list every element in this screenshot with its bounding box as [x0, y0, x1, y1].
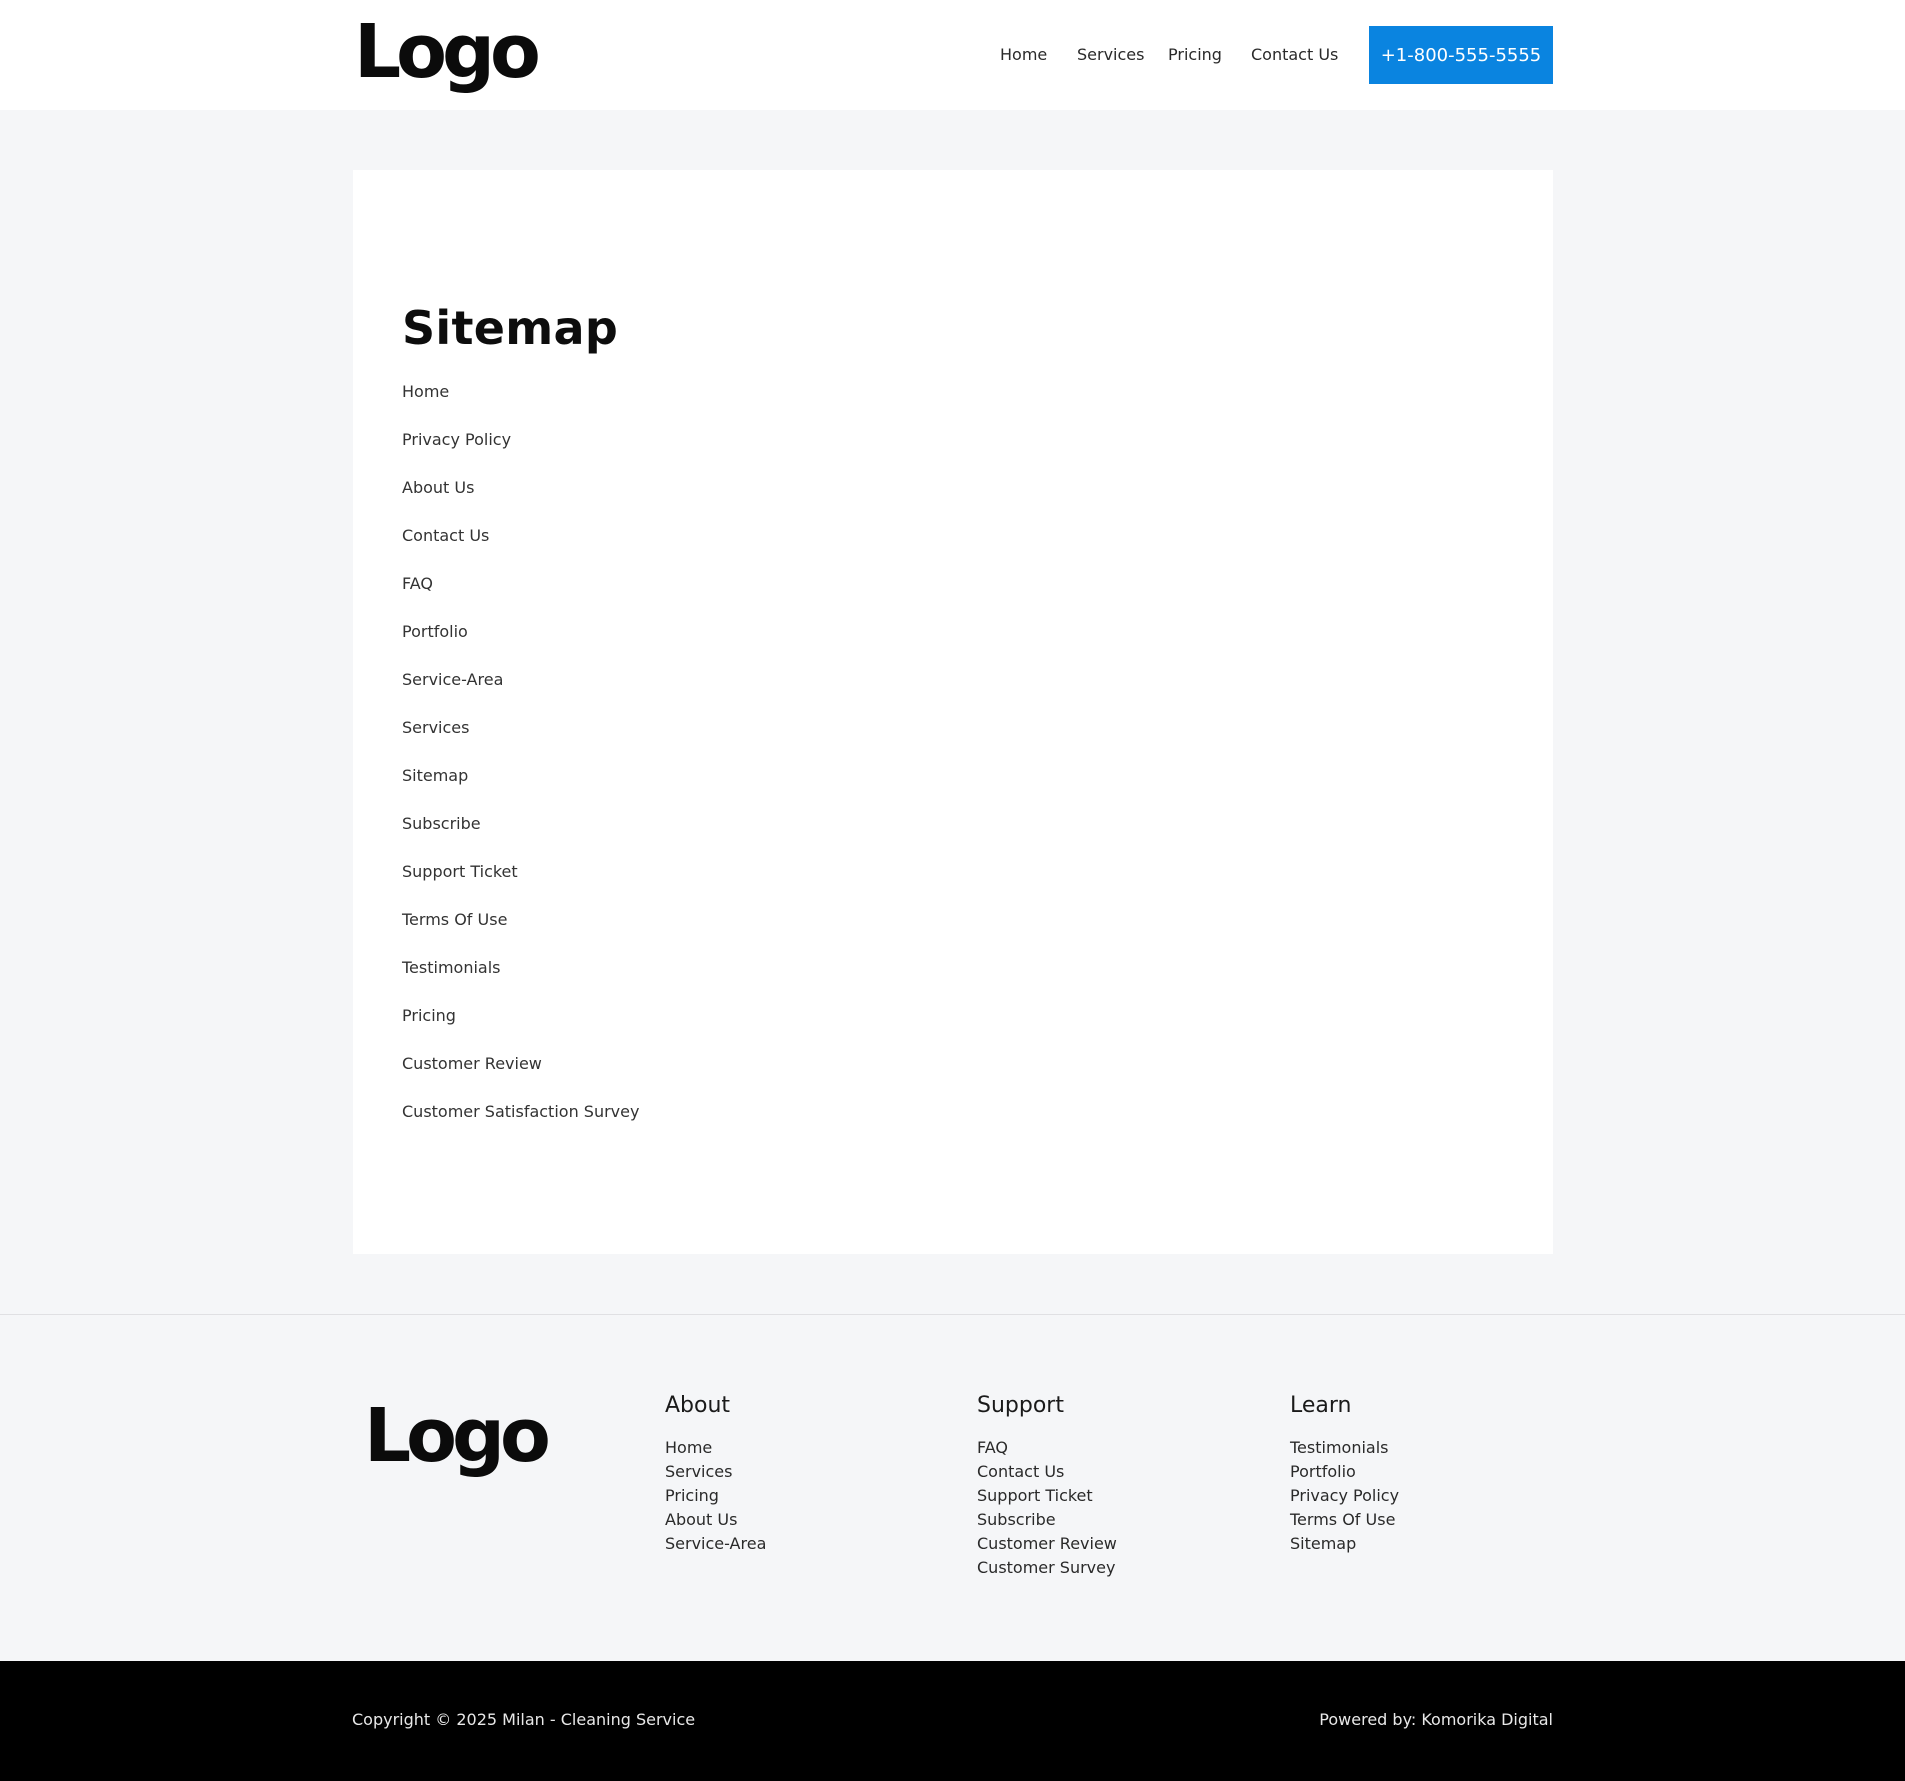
footer-link-terms-of-use[interactable]: Terms Of Use: [1290, 1510, 1395, 1529]
page-title: Sitemap: [402, 301, 619, 355]
footer-link-sitemap[interactable]: Sitemap: [1290, 1534, 1356, 1553]
footer-link-customer-review[interactable]: Customer Review: [977, 1534, 1117, 1553]
footer-column-support: Support FAQ Contact Us Support Ticket Su…: [977, 1392, 1117, 1580]
sitemap-link-customer-satisfaction-survey[interactable]: Customer Satisfaction Survey: [402, 1102, 639, 1121]
sitemap-link-terms-of-use[interactable]: Terms Of Use: [402, 910, 507, 929]
footer-link-customer-survey[interactable]: Customer Survey: [977, 1558, 1115, 1577]
sitemap-link-pricing[interactable]: Pricing: [402, 1006, 456, 1025]
footer-heading-support: Support: [977, 1393, 1064, 1418]
footer-link-subscribe[interactable]: Subscribe: [977, 1510, 1056, 1529]
footer-link-about-us[interactable]: About Us: [665, 1510, 737, 1529]
phone-call-button[interactable]: +1-800-555-5555: [1369, 26, 1553, 84]
footer-link-testimonials[interactable]: Testimonials: [1290, 1438, 1389, 1457]
footer-column-about: About Home Services Pricing About Us Ser…: [665, 1392, 766, 1556]
sitemap-link-services[interactable]: Services: [402, 718, 469, 737]
footer-link-services[interactable]: Services: [665, 1462, 732, 1481]
sitemap-link-support-ticket[interactable]: Support Ticket: [402, 862, 518, 881]
footer-link-service-area[interactable]: Service-Area: [665, 1534, 766, 1553]
sitemap-list: Home Privacy Policy About Us Contact Us …: [402, 382, 639, 1150]
sitemap-link-about-us[interactable]: About Us: [402, 478, 474, 497]
sitemap-link-contact-us[interactable]: Contact Us: [402, 526, 489, 545]
footer-column-learn: Learn Testimonials Portfolio Privacy Pol…: [1290, 1392, 1399, 1556]
sitemap-card: Sitemap Home Privacy Policy About Us Con…: [353, 170, 1553, 1254]
copyright-text: Copyright © 2025 Milan - Cleaning Servic…: [352, 1710, 696, 1729]
sitemap-link-testimonials[interactable]: Testimonials: [402, 958, 501, 977]
nav-link-services[interactable]: Services: [1077, 45, 1144, 65]
sitemap-link-customer-review[interactable]: Customer Review: [402, 1054, 542, 1073]
footer-heading-about: About: [665, 1393, 731, 1418]
powered-by-text: Powered by: Komorika Digital: [1319, 1710, 1553, 1729]
sitemap-link-privacy-policy[interactable]: Privacy Policy: [402, 430, 511, 449]
footer-divider: [0, 1314, 1905, 1315]
nav-link-home[interactable]: Home: [1000, 45, 1047, 65]
footer-link-home[interactable]: Home: [665, 1438, 712, 1457]
site-header: Logo Home Services Pricing Contact Us +1…: [0, 0, 1905, 110]
sitemap-link-portfolio[interactable]: Portfolio: [402, 622, 468, 641]
footer-link-portfolio[interactable]: Portfolio: [1290, 1462, 1356, 1481]
footer-link-faq[interactable]: FAQ: [977, 1438, 1008, 1457]
nav-link-contact-us[interactable]: Contact Us: [1251, 45, 1338, 65]
bottom-bar: Copyright © 2025 Milan - Cleaning Servic…: [0, 1661, 1905, 1781]
sitemap-link-service-area[interactable]: Service-Area: [402, 670, 503, 689]
site-logo[interactable]: Logo: [354, 12, 541, 92]
footer-link-support-ticket[interactable]: Support Ticket: [977, 1486, 1093, 1505]
nav-link-pricing[interactable]: Pricing: [1168, 45, 1222, 65]
footer-link-privacy-policy[interactable]: Privacy Policy: [1290, 1486, 1399, 1505]
sitemap-link-sitemap[interactable]: Sitemap: [402, 766, 468, 785]
footer-link-contact-us[interactable]: Contact Us: [977, 1462, 1064, 1481]
footer-heading-learn: Learn: [1290, 1393, 1352, 1418]
sitemap-link-home[interactable]: Home: [402, 382, 449, 401]
sitemap-link-subscribe[interactable]: Subscribe: [402, 814, 481, 833]
footer-link-pricing[interactable]: Pricing: [665, 1486, 719, 1505]
footer-logo[interactable]: Logo: [364, 1396, 551, 1476]
sitemap-link-faq[interactable]: FAQ: [402, 574, 433, 593]
